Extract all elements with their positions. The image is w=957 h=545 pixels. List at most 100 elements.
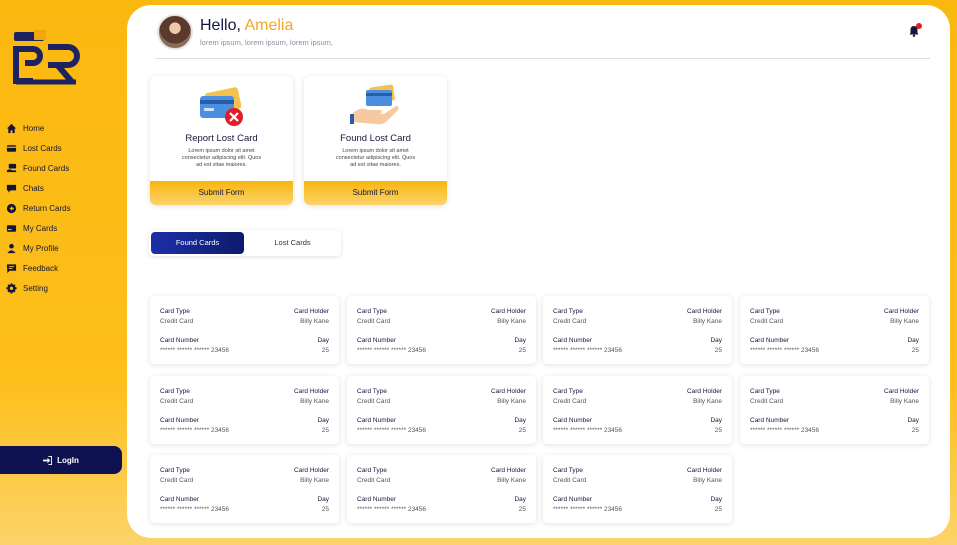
card-type-label: Card Type (750, 308, 780, 315)
avatar[interactable] (157, 14, 193, 50)
header: Hello, Amelia lorem ipsum, lorem ipsum, … (155, 13, 930, 59)
card-type-value: Credit Card (357, 477, 391, 484)
card-day-value: 25 (321, 506, 329, 513)
card-day-label: Day (514, 337, 526, 344)
sidebar-item-found-cards[interactable]: Found Cards (6, 158, 71, 178)
sidebar-item-return-cards[interactable]: Return Cards (6, 198, 71, 218)
card-number-value: ****** ****** ****** 23456 (357, 427, 427, 434)
card-number-value: ****** ****** ****** 23456 (160, 347, 230, 354)
home-icon (6, 123, 17, 133)
found-card-icon (6, 163, 17, 172)
sidebar-item-home[interactable]: Home (6, 118, 71, 138)
sidebar-item-chats[interactable]: Chats (6, 178, 71, 198)
card-number-label: Card Number (160, 417, 200, 424)
card-type-value: Credit Card (357, 318, 391, 325)
card-number-label: Card Number (553, 496, 593, 503)
card-type-value: Credit Card (357, 398, 391, 405)
card-item[interactable]: Card Type Card Holder Credit Card Billy Kan… (347, 296, 536, 364)
card-number-value: ****** ****** ****** 23456 (357, 506, 427, 513)
card-day-label: Day (907, 337, 919, 344)
card-day-value: 25 (518, 347, 526, 354)
sidebar-item-label: Return Cards (23, 203, 71, 213)
card-day-value: 25 (714, 506, 722, 513)
sidebar-item-label: Chats (23, 183, 44, 193)
card-holder-value: Billy Kane (890, 398, 919, 405)
sidebar-item-setting[interactable]: Setting (6, 278, 71, 298)
card-day-value: 25 (321, 427, 329, 434)
sidebar-item-label: My Profile (23, 243, 59, 253)
card-number-label: Card Number (750, 337, 790, 344)
card-holder-value: Billy Kane (693, 318, 722, 325)
card-day-label: Day (514, 417, 526, 424)
card-type-label: Card Type (357, 467, 387, 474)
card-holder-label: Card Holder (293, 308, 329, 315)
found-lost-card-illustration (350, 84, 399, 125)
card-day-value: 25 (321, 347, 329, 354)
card-number-value: ****** ****** ****** 23456 (160, 427, 230, 434)
sidebar-item-feedback[interactable]: Feedback (6, 258, 71, 278)
card-day-label: Day (710, 496, 722, 503)
card-holder-label: Card Holder (686, 467, 722, 474)
card-type-value: Credit Card (160, 398, 194, 405)
card-holder-label: Card Holder (686, 308, 722, 315)
return-icon (6, 203, 17, 213)
card-holder-value: Billy Kane (300, 477, 329, 484)
card-type-label: Card Type (553, 308, 583, 315)
card-day-value: 25 (518, 506, 526, 513)
card-number-value: ****** ****** ****** 23456 (750, 347, 820, 354)
action-title: Report Lost Card (185, 133, 258, 144)
card-holder-label: Card Holder (883, 388, 919, 395)
sidebar-item-label: Found Cards (23, 163, 70, 173)
sidebar-item-my-profile[interactable]: My Profile (6, 238, 71, 258)
card-holder-value: Billy Kane (693, 477, 722, 484)
card-type-value: Credit Card (750, 318, 784, 325)
card-item[interactable]: Card Type Card Holder Credit Card Billy Kan… (543, 296, 732, 364)
user-icon (7, 243, 16, 253)
card-item[interactable]: Card Type Card Holder Credit Card Billy Kan… (150, 296, 339, 364)
wallet-icon (6, 224, 17, 232)
user-name: Amelia (244, 17, 294, 34)
card-holder-label: Card Holder (686, 388, 722, 395)
card-item[interactable]: Card Type Card Holder Credit Card Billy Kan… (740, 296, 929, 364)
card-holder-label: Card Holder (490, 467, 526, 474)
card-holder-label: Card Holder (490, 308, 526, 315)
card-item[interactable]: Card Type Card Holder Credit Card Billy Kan… (543, 376, 732, 444)
login-icon (43, 455, 53, 465)
card-number-label: Card Number (357, 337, 397, 344)
page-title: Hello, Amelia (200, 17, 293, 35)
card-item[interactable]: Card Type Card Holder Credit Card Billy Kan… (150, 455, 339, 523)
found-lost-card-panel: Found Lost Card Lorem ipsum dolor sit am… (304, 76, 447, 205)
card-item[interactable]: Card Type Card Holder Credit Card Billy Kan… (740, 376, 929, 444)
card-day-value: 25 (714, 347, 722, 354)
report-lost-card-panel: Report Lost Card Lorem ipsum dolor sit a… (150, 76, 293, 205)
card-holder-value: Billy Kane (300, 398, 329, 405)
submit-form-button[interactable]: Submit Form (304, 181, 447, 205)
card-type-label: Card Type (160, 388, 190, 395)
sidebar-item-label: Setting (23, 283, 48, 293)
card-type-value: Credit Card (750, 398, 784, 405)
card-item[interactable]: Card Type Card Holder Credit Card Billy Kan… (347, 376, 536, 444)
card-day-label: Day (710, 417, 722, 424)
card-item[interactable]: Card Type Card Holder Credit Card Billy Kan… (543, 455, 732, 523)
login-button[interactable]: LogIn (0, 446, 122, 474)
card-day-label: Day (907, 417, 919, 424)
submit-form-button[interactable]: Submit Form (150, 181, 293, 205)
card-type-value: Credit Card (553, 398, 587, 405)
sidebar: Home Lost Cards Found Cards Chats Return… (0, 0, 128, 545)
card-day-label: Day (317, 337, 329, 344)
card-type-value: Credit Card (160, 318, 194, 325)
card-holder-value: Billy Kane (300, 318, 329, 325)
card-number-value: ****** ****** ****** 23456 (750, 427, 820, 434)
card-item[interactable]: Card Type Card Holder Credit Card Billy Kan… (150, 376, 339, 444)
sidebar-item-lost-cards[interactable]: Lost Cards (6, 138, 71, 158)
card-day-label: Day (317, 417, 329, 424)
tab-found-cards[interactable]: Found Cards (151, 232, 244, 254)
card-day-label: Day (514, 496, 526, 503)
login-label: LogIn (57, 455, 79, 465)
card-number-value: ****** ****** ****** 23456 (553, 506, 623, 513)
card-item[interactable]: Card Type Card Holder Credit Card Billy Kan… (347, 455, 536, 523)
card-type-value: Credit Card (160, 477, 194, 484)
app-logo (13, 30, 80, 85)
tab-lost-cards[interactable]: Lost Cards (246, 232, 339, 254)
sidebar-item-my-cards[interactable]: My Cards (6, 218, 71, 238)
